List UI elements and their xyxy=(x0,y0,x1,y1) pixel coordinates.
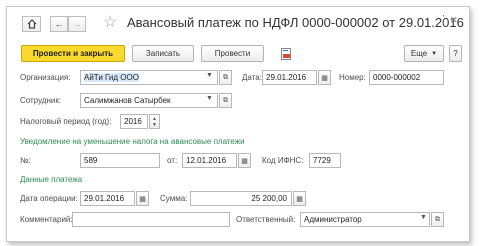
tax-period-field[interactable]: 2016 xyxy=(120,114,148,129)
close-icon[interactable]: × xyxy=(450,12,458,27)
home-icon xyxy=(27,19,36,29)
organization-label: Организация: xyxy=(20,73,71,82)
comment-field[interactable] xyxy=(72,212,230,227)
more-icon[interactable]: ⋮ xyxy=(438,13,449,26)
ifns-label: Код ИФНС: xyxy=(262,156,304,165)
operation-date-calendar-button[interactable]: ▦ xyxy=(136,191,149,206)
back-arrow-icon: ← xyxy=(54,19,64,29)
amount-label: Сумма: xyxy=(160,194,188,203)
print-button[interactable] xyxy=(278,45,294,62)
dropdown-icon[interactable]: ▼ xyxy=(420,214,427,221)
tax-period-label: Налоговый период (год): xyxy=(20,117,112,126)
chevron-down-icon: ▼ xyxy=(431,50,438,57)
employee-label: Сотрудник: xyxy=(20,96,62,105)
organization-open-button[interactable]: ⧉ xyxy=(219,70,232,85)
notice-date-calendar-button[interactable]: ▦ xyxy=(238,153,251,168)
post-button[interactable]: Провести xyxy=(201,45,264,62)
help-button[interactable]: ? xyxy=(449,45,462,62)
responsible-open-button[interactable]: ⧉ xyxy=(431,212,444,227)
date-calendar-button[interactable]: ▦ xyxy=(318,70,331,85)
date-label: Дата: xyxy=(242,73,262,82)
more-menu-button[interactable]: Еще ▼ xyxy=(404,45,444,62)
tax-period-spinner[interactable]: ▲ ▼ xyxy=(149,114,160,129)
notice-date-field[interactable]: 12.01.2016 xyxy=(182,153,237,168)
back-button[interactable]: ← xyxy=(50,16,68,32)
open-link-icon: ⧉ xyxy=(223,73,228,81)
favorite-star-icon[interactable]: ☆ xyxy=(103,12,117,32)
chevron-down-icon: ▼ xyxy=(152,121,157,128)
open-link-icon: ⧉ xyxy=(435,215,440,223)
responsible-label: Ответственный: xyxy=(236,215,296,224)
date-field[interactable]: 29.01.2016 xyxy=(262,70,317,85)
responsible-field[interactable]: Администратор xyxy=(300,212,430,227)
window-title: Авансовый платеж по НДФЛ 0000-000002 от … xyxy=(127,15,464,30)
dropdown-icon[interactable]: ▼ xyxy=(206,72,213,79)
employee-open-button[interactable]: ⧉ xyxy=(219,93,232,108)
organization-value: АйТи Гид ООО xyxy=(84,73,139,82)
amount-field[interactable]: 25 200,00 xyxy=(190,191,292,206)
notice-section-title: Уведомление на уменьшение налога на аван… xyxy=(20,137,245,146)
post-and-close-button[interactable]: Провести и закрыть xyxy=(21,45,125,62)
operation-date-label: Дата операции: xyxy=(20,194,78,203)
organization-field[interactable]: АйТи Гид ООО xyxy=(80,70,218,85)
number-label: Номер: xyxy=(339,73,366,82)
notice-date-label: от: xyxy=(167,156,178,165)
dropdown-icon[interactable]: ▼ xyxy=(206,95,213,102)
calendar-icon: ▦ xyxy=(321,74,328,82)
forward-button[interactable]: → xyxy=(68,16,86,32)
employee-field[interactable]: Салимжанов Сатырбек xyxy=(80,93,218,108)
forward-arrow-icon: → xyxy=(72,19,82,29)
print-report-icon xyxy=(280,47,291,60)
save-button[interactable]: Записать xyxy=(132,45,194,62)
payment-section-title: Данные платежа xyxy=(20,175,83,184)
number-field[interactable]: 0000-000002 xyxy=(369,70,444,85)
notice-number-label: №: xyxy=(20,156,31,165)
ifns-field[interactable]: 7729 xyxy=(309,153,341,168)
comment-label: Комментарий: xyxy=(20,215,73,224)
home-button[interactable] xyxy=(22,16,41,32)
calendar-icon: ▦ xyxy=(139,195,146,203)
calendar-icon: ▦ xyxy=(241,157,248,165)
notice-number-field[interactable]: 589 xyxy=(80,153,160,168)
operation-date-field[interactable]: 29.01.2016 xyxy=(80,191,135,206)
calculator-icon: ▦ xyxy=(296,195,303,203)
more-label: Еще xyxy=(410,49,428,58)
open-link-icon: ⧉ xyxy=(223,96,228,104)
amount-calculator-button[interactable]: ▦ xyxy=(293,191,306,206)
